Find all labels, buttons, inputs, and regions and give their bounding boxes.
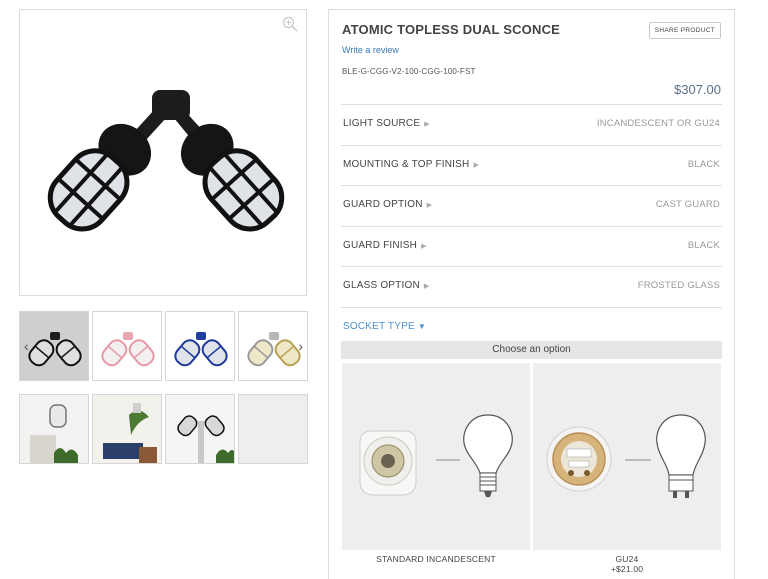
thumb-room-2-image bbox=[93, 395, 161, 463]
option-guard[interactable]: GUARD OPTION ▶ CAST GUARD bbox=[341, 185, 722, 225]
dual-sconce-image bbox=[47, 90, 285, 232]
option-value: CAST GUARD bbox=[655, 199, 720, 210]
option-label: LIGHT SOURCE ▶ bbox=[343, 118, 430, 129]
caret-right-icon: ▶ bbox=[421, 243, 427, 250]
thumb-blue[interactable] bbox=[165, 311, 235, 381]
product-title: ATOMIC TOPLESS DUAL SCONCE bbox=[342, 22, 561, 37]
share-product-button[interactable]: SHARE PRODUCT bbox=[648, 22, 721, 39]
option-socket-type[interactable]: SOCKET TYPE ▼ bbox=[341, 307, 722, 341]
thumb-room-3[interactable] bbox=[165, 394, 235, 464]
option-label: GUARD OPTION ▶ bbox=[343, 199, 433, 210]
thumb-blue-image bbox=[174, 332, 228, 367]
chevron-right-icon[interactable]: › bbox=[298, 338, 303, 354]
socket-choice-standard-label: STANDARD INCANDESCENT bbox=[376, 554, 496, 564]
option-value: INCANDESCENT OR GU24 bbox=[596, 118, 720, 129]
socket-choice-gu24-price: +$21.00 bbox=[610, 564, 644, 574]
zoom-icon[interactable] bbox=[282, 16, 298, 32]
thumb-pink[interactable] bbox=[92, 311, 162, 381]
caret-right-icon: ▶ bbox=[423, 283, 430, 290]
caret-right-icon: ▶ bbox=[473, 162, 480, 169]
option-guard-finish[interactable]: GUARD FINISH ▶ BLACK bbox=[341, 226, 722, 266]
option-glass[interactable]: GLASS OPTION ▶ FROSTED GLASS bbox=[341, 266, 722, 306]
product-price: $307.00 bbox=[674, 82, 721, 97]
choose-option-prompt: Choose an option bbox=[341, 341, 722, 359]
standard-socket-bulb-image bbox=[359, 414, 513, 497]
caret-right-icon: ▶ bbox=[424, 121, 430, 128]
main-product-image[interactable] bbox=[19, 9, 307, 296]
socket-choice-gu24[interactable] bbox=[533, 363, 721, 550]
thumb-black[interactable]: ‹ bbox=[19, 311, 89, 381]
option-value: BLACK bbox=[687, 159, 720, 170]
option-label: GUARD FINISH ▶ bbox=[343, 240, 427, 251]
option-label: MOUNTING & TOP FINISH ▶ bbox=[343, 159, 480, 170]
option-mounting-top-finish[interactable]: MOUNTING & TOP FINISH ▶ BLACK bbox=[341, 145, 722, 185]
option-label: GLASS OPTION ▶ bbox=[343, 280, 430, 291]
caret-right-icon: ▶ bbox=[426, 202, 433, 209]
product-sku: BLE-G-CGG-V2-100-CGG-100-FST bbox=[342, 67, 476, 76]
thumb-pink-image bbox=[101, 332, 155, 367]
thumb-room-2[interactable] bbox=[92, 394, 162, 464]
chevron-left-icon[interactable]: ‹ bbox=[24, 338, 29, 354]
option-value: FROSTED GLASS bbox=[637, 280, 720, 291]
product-details-panel: ATOMIC TOPLESS DUAL SCONCE SHARE PRODUCT… bbox=[328, 9, 735, 579]
socket-choice-standard[interactable] bbox=[342, 363, 530, 550]
gu24-socket-bulb-image bbox=[546, 414, 706, 498]
socket-choice-gu24-label: GU24 +$21.00 bbox=[533, 554, 721, 574]
thumb-silver[interactable]: › bbox=[238, 311, 308, 381]
write-review-link[interactable]: Write a review bbox=[342, 45, 399, 55]
thumb-room-1-image bbox=[20, 395, 88, 463]
thumb-empty bbox=[238, 394, 308, 464]
option-value: BLACK bbox=[687, 240, 720, 251]
socket-type-label: SOCKET TYPE ▼ bbox=[343, 321, 426, 332]
thumb-room-3-image bbox=[166, 395, 234, 463]
thumb-black-image bbox=[28, 332, 82, 367]
thumb-room-1[interactable] bbox=[19, 394, 89, 464]
caret-down-icon: ▼ bbox=[417, 322, 426, 331]
option-light-source[interactable]: LIGHT SOURCE ▶ INCANDESCENT OR GU24 bbox=[341, 104, 722, 144]
